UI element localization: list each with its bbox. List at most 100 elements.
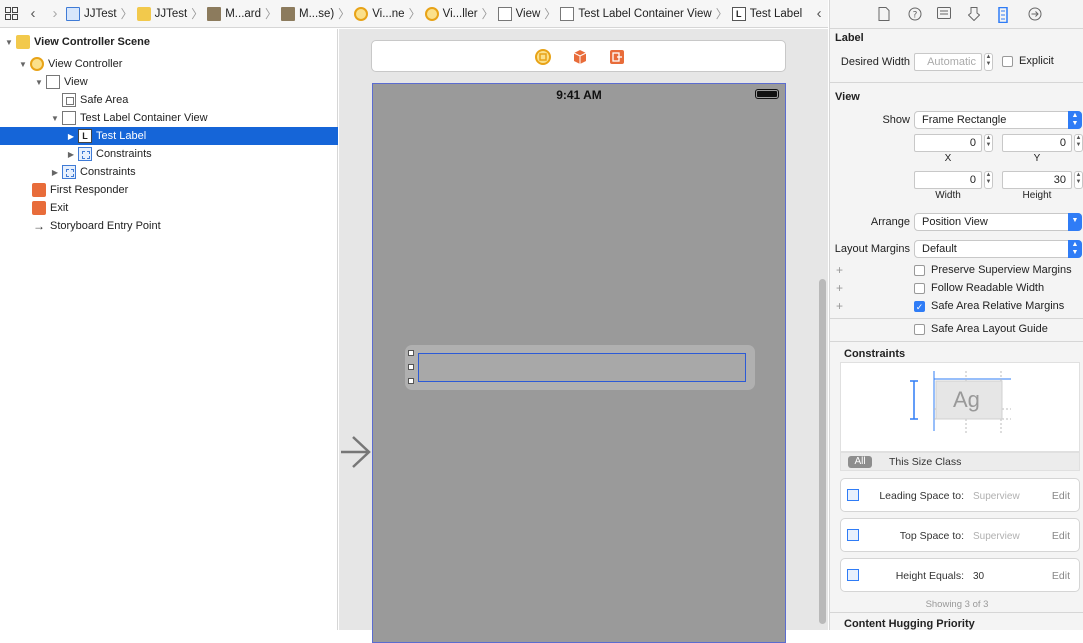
exit-icon[interactable] [609, 49, 625, 65]
width-field[interactable]: 0 [914, 171, 982, 189]
breadcrumb-test-label[interactable]: L Test Label [731, 0, 802, 27]
forward-chevron-icon[interactable]: › [44, 0, 66, 27]
disclosure-closed-icon[interactable]: ▶ [50, 167, 60, 177]
x-stepper[interactable]: ▲ ▼ [984, 134, 993, 152]
preserve-superview-margins-checkbox[interactable] [914, 265, 925, 276]
disclosure-closed-icon[interactable]: ▶ [66, 149, 76, 159]
explicit-label: Explicit [1019, 55, 1054, 67]
constraint-value: Superview [973, 491, 1020, 502]
outline-item-view-controller[interactable]: ▼ View Controller [0, 55, 338, 73]
size-class-this-button[interactable]: This Size Class [889, 456, 961, 468]
constraint-card[interactable]: Height Equals: 30 Edit [840, 558, 1080, 592]
explicit-checkbox[interactable] [1002, 56, 1013, 67]
preserve-superview-margins-label: Preserve Superview Margins [931, 264, 1072, 276]
edit-button[interactable]: Edit [1052, 530, 1070, 542]
outline-item-exit[interactable]: Exit [0, 199, 338, 217]
disclosure-open-icon[interactable]: ▼ [50, 113, 60, 123]
height-stepper[interactable]: ▲ ▼ [1074, 171, 1083, 189]
document-outline: ▼ View Controller Scene ▼ View Controlle… [0, 29, 338, 630]
inspector-panel: ? Label Desired Width Automatic ▲ ▼ Expli… [829, 0, 1083, 630]
plus-icon[interactable]: + [836, 263, 843, 277]
outline-item-entry-point[interactable]: → Storyboard Entry Point [0, 217, 338, 235]
show-label: Show [882, 114, 910, 126]
size-inspector-icon[interactable] [998, 6, 1012, 24]
label-icon: L [78, 129, 92, 143]
arrow-right-icon: → [33, 219, 45, 233]
back-chevron-icon[interactable]: ‹ [22, 0, 44, 27]
y-field[interactable]: 0 [1002, 134, 1072, 152]
breadcrumb-scene[interactable]: Vi...ne [354, 0, 405, 27]
disclosure-open-icon[interactable]: ▼ [34, 77, 44, 87]
edit-button[interactable]: Edit [1052, 570, 1070, 582]
height-constraint-icon [847, 569, 859, 581]
breadcrumb-folder[interactable]: JJTest [136, 0, 187, 27]
breadcrumb-separator: 〉 [265, 7, 278, 21]
show-select[interactable]: Frame Rectangle ▲ ▼ [914, 111, 1082, 129]
outline-item-constraints[interactable]: ▶ Constraints [0, 145, 338, 163]
entry-point-arrow-icon[interactable] [339, 434, 371, 470]
connections-inspector-icon[interactable] [1028, 7, 1042, 21]
height-field[interactable]: 30 [1002, 171, 1072, 189]
outline-item-test-label[interactable]: ▶ L Test Label [0, 127, 338, 145]
select-arrows-icon: ▲ ▼ [1068, 240, 1082, 258]
chevron-down-icon: ▼ [1068, 213, 1082, 231]
storyboard-icon [207, 6, 222, 21]
follow-readable-width-checkbox[interactable] [914, 283, 925, 294]
disclosure-open-icon[interactable]: ▼ [4, 37, 14, 47]
breadcrumb-view[interactable]: View [497, 0, 540, 27]
safe-area-relative-margins-checkbox[interactable]: ✓ [914, 301, 925, 312]
width-stepper[interactable]: ▲ ▼ [984, 171, 993, 189]
desired-width-stepper[interactable]: ▲ ▼ [984, 53, 993, 71]
height-caption: Height [1022, 190, 1052, 201]
breadcrumb-view-controller[interactable]: Vi...ller [424, 0, 478, 27]
help-inspector-icon[interactable]: ? [908, 7, 922, 21]
edit-button[interactable]: Edit [1052, 490, 1070, 502]
previous-issue-icon[interactable]: ‹ [808, 0, 828, 27]
plus-icon[interactable]: + [836, 299, 843, 313]
outline-item-scene[interactable]: ▼ View Controller Scene [0, 33, 338, 51]
storyboard-canvas[interactable]: 9:41 AM [339, 29, 828, 643]
file-inspector-icon[interactable] [878, 7, 892, 21]
canvas-scrollbar[interactable] [819, 279, 826, 624]
scene-icon [354, 6, 369, 21]
resize-handle[interactable] [408, 350, 414, 356]
safe-area-layout-guide-checkbox[interactable] [914, 324, 925, 335]
constraint-card[interactable]: Top Space to: Superview Edit [840, 518, 1080, 552]
view-controller-icon[interactable] [535, 49, 551, 65]
breadcrumb-storyboard[interactable]: M...ard [207, 0, 261, 27]
breadcrumb-storyboard-base[interactable]: M...se) [281, 0, 334, 27]
related-items-icon[interactable] [0, 0, 22, 27]
arrange-select[interactable]: Position View ▼ [914, 213, 1082, 231]
breadcrumb-project[interactable]: JJTest [66, 0, 117, 27]
y-stepper[interactable]: ▲ ▼ [1074, 134, 1083, 152]
test-label-container-view[interactable] [405, 345, 755, 390]
identity-inspector-icon[interactable] [937, 7, 951, 21]
outline-item-container-view[interactable]: ▼ Test Label Container View [0, 109, 338, 127]
outline-item-view[interactable]: ▼ View [0, 73, 338, 91]
outline-item-constraints[interactable]: ▶ Constraints [0, 163, 338, 181]
first-responder-icon[interactable] [572, 49, 588, 65]
resize-handle[interactable] [408, 364, 414, 370]
desired-width-field[interactable]: Automatic [914, 53, 982, 71]
plus-icon[interactable]: + [836, 281, 843, 295]
label-icon: L [731, 6, 746, 21]
view-icon [62, 111, 76, 125]
view-icon [46, 75, 60, 89]
divider [830, 612, 1083, 613]
constraint-kind: Height Equals: [895, 570, 964, 582]
layout-margins-select[interactable]: Default ▲ ▼ [914, 240, 1082, 258]
test-label[interactable] [418, 353, 746, 382]
disclosure-open-icon[interactable]: ▼ [18, 59, 28, 69]
disclosure-closed-icon[interactable]: ▶ [66, 131, 76, 141]
size-class-all-button[interactable]: All [848, 456, 872, 468]
width-caption: Width [935, 190, 961, 201]
resize-handle[interactable] [408, 378, 414, 384]
attributes-inspector-icon[interactable] [967, 7, 982, 22]
constraint-card[interactable]: Leading Space to: Superview Edit [840, 478, 1080, 512]
outline-item-first-responder[interactable]: First Responder [0, 181, 338, 199]
safe-area-icon [62, 93, 76, 107]
outline-item-safe-area[interactable]: Safe Area [0, 91, 338, 109]
breadcrumb-container-view[interactable]: Test Label Container View [560, 0, 712, 27]
device-frame[interactable]: 9:41 AM [372, 83, 786, 643]
x-field[interactable]: 0 [914, 134, 982, 152]
